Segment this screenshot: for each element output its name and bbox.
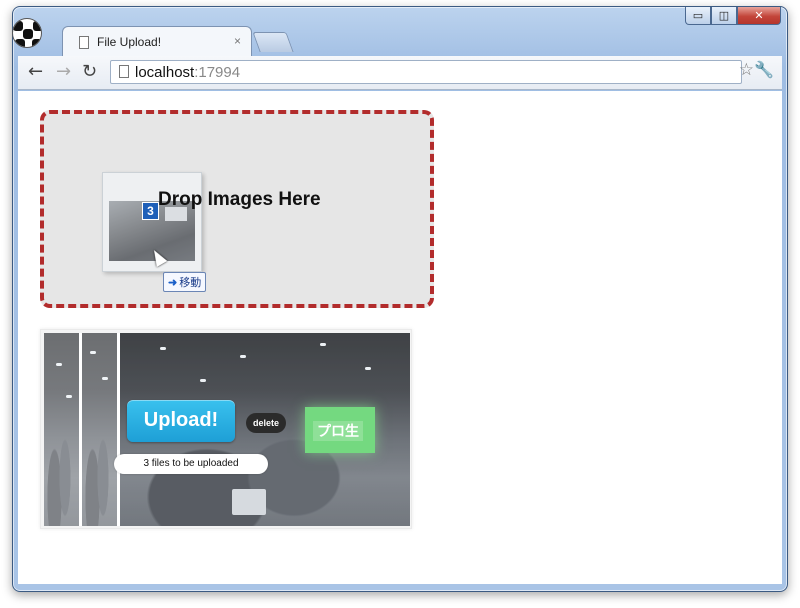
- page-viewport: Drop Images Here 3 ➜ 移動 プロ生 Upload! dele…: [18, 91, 782, 584]
- new-tab-button[interactable]: [252, 32, 294, 52]
- tab-title: File Upload!: [97, 35, 162, 49]
- move-tooltip-label: 移動: [179, 277, 202, 289]
- reload-icon[interactable]: ↻: [82, 61, 97, 82]
- window-caption-buttons: ▭ ◫ ✕: [685, 7, 781, 25]
- forward-icon[interactable]: →: [56, 61, 71, 82]
- preview-thumbnail: [82, 333, 120, 526]
- wrench-icon[interactable]: 🔧: [754, 60, 774, 79]
- upload-preview: プロ生 Upload! delete 3 files to be uploade…: [40, 329, 412, 529]
- url-port: :17994: [194, 64, 241, 81]
- back-icon[interactable]: ←: [28, 61, 43, 82]
- move-tooltip: ➜ 移動: [163, 272, 207, 292]
- url-text[interactable]: localhost:17994: [135, 64, 240, 81]
- close-window-button[interactable]: ✕: [737, 7, 781, 25]
- bookmark-star-icon[interactable]: ☆: [739, 60, 754, 80]
- tab-close-icon[interactable]: ×: [234, 34, 241, 48]
- address-bar[interactable]: localhost:17994: [110, 60, 742, 84]
- page-icon: [79, 36, 89, 49]
- move-arrow-icon: ➜: [168, 277, 178, 289]
- maximize-button[interactable]: ◫: [711, 7, 737, 25]
- drag-count-badge: 3: [142, 202, 159, 220]
- browser-toolbar: ← → ↻ localhost:17994 ☆ 🔧: [18, 56, 782, 90]
- drop-zone-label: Drop Images Here: [158, 189, 321, 210]
- upload-status: 3 files to be uploaded: [114, 454, 268, 474]
- url-host: localhost: [135, 64, 195, 81]
- soccer-ball-icon[interactable]: [12, 18, 42, 48]
- minimize-button[interactable]: ▭: [685, 7, 711, 25]
- delete-button[interactable]: delete: [246, 413, 286, 433]
- tab-file-upload[interactable]: File Upload! ×: [62, 26, 252, 56]
- upload-button[interactable]: Upload!: [127, 400, 235, 442]
- page-icon: [119, 65, 129, 78]
- drop-zone[interactable]: Drop Images Here 3 ➜ 移動: [40, 110, 434, 308]
- preview-thumbnail: [44, 333, 82, 526]
